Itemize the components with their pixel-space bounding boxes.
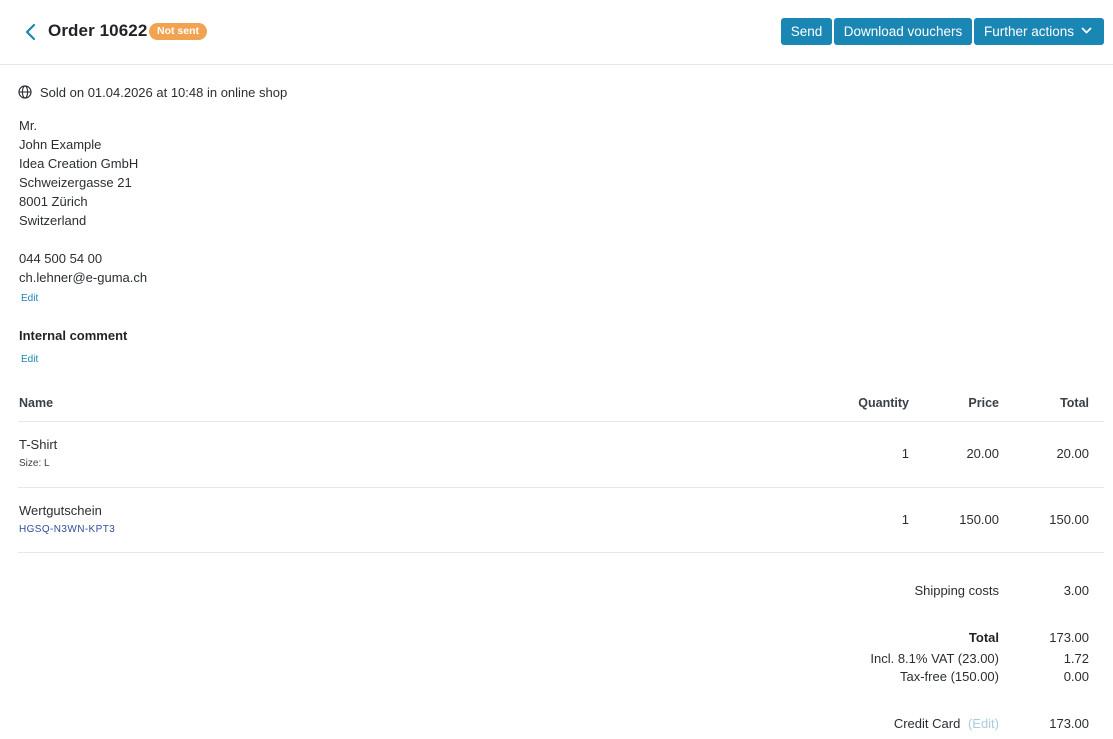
voucher-code[interactable]: HGSQ-N3WN-KPT3	[19, 524, 115, 535]
item-price: 150.00	[959, 512, 999, 527]
item-quantity: 1	[901, 512, 909, 527]
customer-address: Mr. John Example Idea Creation GmbH Schw…	[19, 116, 147, 287]
customer-company: Idea Creation GmbH	[19, 156, 139, 171]
customer-country: Switzerland	[19, 213, 87, 228]
back-arrow-icon[interactable]	[22, 22, 40, 42]
item-quantity: 1	[901, 446, 909, 461]
shipping-label: Shipping costs	[914, 583, 999, 598]
further-actions-button[interactable]: Further actions	[974, 18, 1104, 45]
item-name: Wertgutschein	[19, 503, 102, 518]
customer-email: ch.lehner@e-guma.ch	[19, 270, 148, 285]
total-value: 173.00	[1049, 630, 1089, 645]
customer-name: John Example	[19, 137, 102, 152]
vat-label: Incl. 8.1% VAT (23.00)	[870, 651, 999, 666]
taxfree-value: 0.00	[1063, 669, 1089, 684]
payment-method-label: Credit Card	[893, 716, 961, 731]
total-label: Total	[968, 630, 999, 645]
customer-phone: 044 500 54 00	[19, 251, 103, 266]
customer-salutation: Mr.	[19, 118, 38, 133]
download-vouchers-button[interactable]: Download vouchers	[834, 18, 972, 45]
payment-method: Credit Card (Edit)	[894, 716, 999, 731]
internal-comment-heading: Internal comment	[19, 328, 128, 343]
item-price: 20.00	[966, 446, 999, 461]
top-bar: Order 10622 Not sent Send Download vouch…	[0, 0, 1113, 65]
send-button[interactable]: Send	[781, 18, 832, 45]
column-header-price: Price	[968, 396, 999, 410]
status-badge: Not sent	[149, 23, 207, 40]
item-total: 20.00	[1056, 446, 1089, 461]
shipping-value: 3.00	[1063, 583, 1089, 598]
chevron-down-icon	[1081, 27, 1092, 34]
sale-info: Sold on 01.04.2026 at 10:48 in online sh…	[18, 84, 287, 100]
page-title: Order 10622	[48, 21, 148, 40]
column-header-quantity: Quantity	[858, 396, 909, 410]
vat-value: 1.72	[1063, 651, 1089, 666]
item-detail: Size: L	[19, 458, 50, 469]
taxfree-label: Tax-free (150.00)	[900, 669, 999, 684]
column-header-name: Name	[19, 396, 54, 410]
column-header-total: Total	[1060, 396, 1089, 410]
edit-customer-link[interactable]: Edit	[21, 293, 38, 304]
sale-info-text: Sold on 01.04.2026 at 10:48 in online sh…	[40, 84, 288, 100]
item-total: 150.00	[1049, 512, 1089, 527]
edit-payment-link[interactable]: (Edit)	[968, 716, 999, 731]
edit-comment-link[interactable]: Edit	[21, 354, 38, 365]
customer-city: 8001 Zürich	[19, 194, 88, 209]
further-actions-label: Further actions	[984, 24, 1075, 39]
divider	[18, 552, 1104, 553]
item-name: T-Shirt	[19, 437, 58, 452]
divider	[18, 421, 1104, 422]
globe-icon	[18, 85, 32, 99]
payment-value: 173.00	[1049, 716, 1089, 731]
customer-street: Schweizergasse 21	[19, 175, 132, 190]
divider	[18, 487, 1104, 488]
